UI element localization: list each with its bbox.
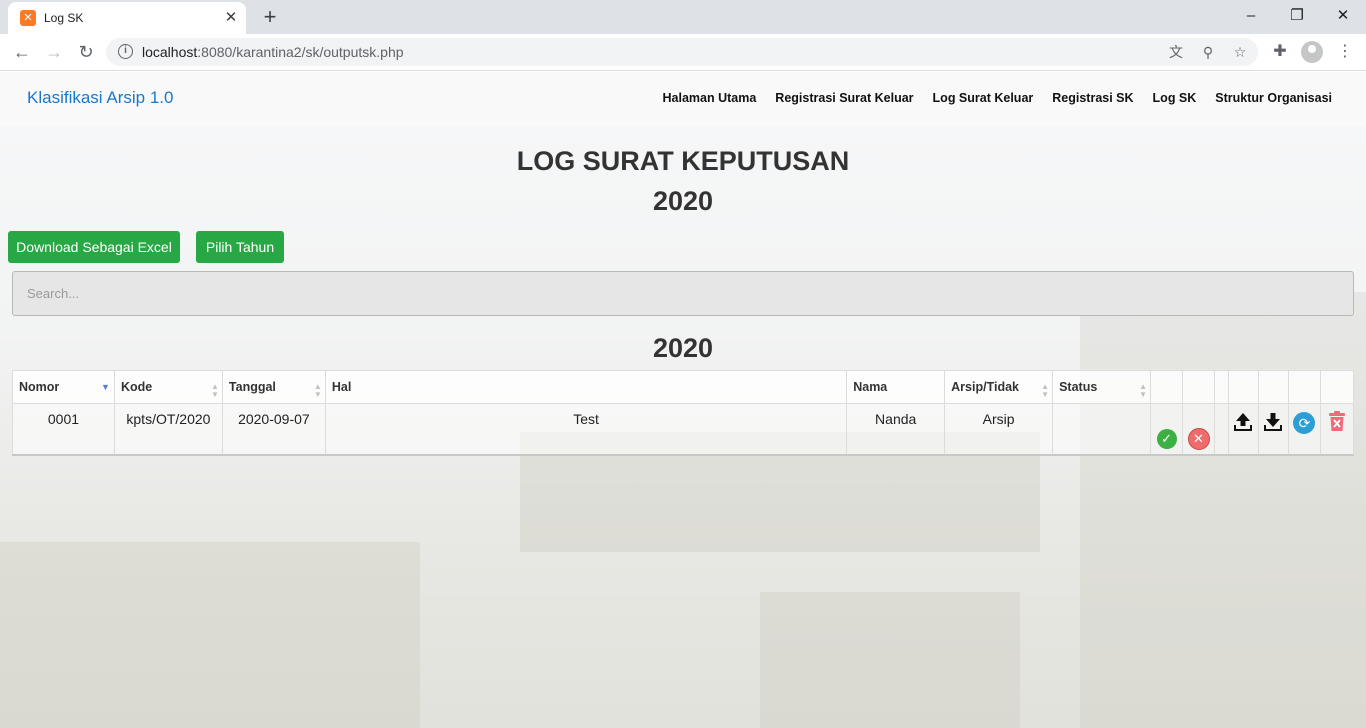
table-header-row: Nomor ▼ Kode ▲ ▼ Tanggal ▲ ▼ Hal Nama Arsip/T… xyxy=(12,370,1355,404)
nav-link-registrasi-sk[interactable]: Registrasi SK xyxy=(1052,91,1133,105)
log-sk-table: Nomor ▼ Kode ▲ ▼ Tanggal ▲ ▼ Hal Nama Arsip/T… xyxy=(12,370,1355,456)
nav-link-registrasi-surat-keluar[interactable]: Registrasi Surat Keluar xyxy=(775,91,913,105)
cell-upload xyxy=(1227,403,1259,456)
header-label: Status xyxy=(1059,380,1098,394)
nav-link-log-sk[interactable]: Log SK xyxy=(1153,91,1197,105)
bookmark-star-icon[interactable]: ☆ xyxy=(1230,42,1250,62)
back-icon[interactable]: ← xyxy=(10,40,34,64)
nav-link-struktur-organisasi[interactable]: Struktur Organisasi xyxy=(1215,91,1332,105)
restore-icon[interactable]: ❐ xyxy=(1283,4,1311,28)
header-action-reject xyxy=(1182,370,1215,404)
choose-year-button[interactable]: Pilih Tahun xyxy=(196,231,284,263)
header-label: Nama xyxy=(853,380,888,394)
sort-icon: ▲ ▼ xyxy=(1041,382,1050,399)
page-year: 2020 xyxy=(652,186,714,216)
sort-icon: ▲ ▼ xyxy=(313,382,322,399)
nav-link-halaman-utama[interactable]: Halaman Utama xyxy=(663,91,757,105)
search-input[interactable] xyxy=(12,271,1354,316)
header-status[interactable]: Status ▲ ▼ xyxy=(1052,370,1152,404)
profile-avatar-icon[interactable] xyxy=(1301,41,1323,63)
header-action-approve xyxy=(1150,370,1184,404)
minimize-icon[interactable]: – xyxy=(1237,4,1265,28)
upload-icon[interactable] xyxy=(1232,411,1254,433)
cell-blank xyxy=(1214,403,1229,456)
sort-desc-icon: ▼ xyxy=(101,382,110,392)
cell-tanggal: 2020-09-07 xyxy=(221,403,326,456)
cell-arsip: Arsip xyxy=(944,403,1054,456)
x-circle-icon[interactable]: ✕ xyxy=(1187,428,1210,450)
browser-tab[interactable]: ✕ Log SK ✕ xyxy=(8,2,246,34)
cell-refresh: ⟳ xyxy=(1287,403,1321,456)
background-building-shape xyxy=(760,592,1020,728)
header-action-refresh xyxy=(1287,370,1321,404)
nav-link-log-surat-keluar[interactable]: Log Surat Keluar xyxy=(933,91,1034,105)
header-arsip-tidak[interactable]: Arsip/Tidak ▲ ▼ xyxy=(944,370,1054,404)
address-bar[interactable]: i localhost:8080/karantina2/sk/outputsk.… xyxy=(106,38,1258,66)
header-label: Tanggal xyxy=(228,380,276,394)
header-action-blank xyxy=(1214,370,1229,404)
table-year-heading: 2020 xyxy=(652,333,714,363)
check-circle-icon[interactable]: ✓ xyxy=(1156,429,1177,449)
zoom-icon[interactable]: ⚲ xyxy=(1198,42,1218,62)
header-label: Nomor xyxy=(19,380,60,394)
close-window-icon[interactable]: ✕ xyxy=(1329,4,1357,28)
header-kode[interactable]: Kode ▲ ▼ xyxy=(113,370,223,404)
header-action-delete xyxy=(1319,370,1355,404)
header-label: Kode xyxy=(120,380,153,394)
reload-icon[interactable]: ↻ xyxy=(74,40,98,64)
page-title: LOG SURAT KEPUTUSAN xyxy=(516,146,850,176)
url-path: :8080/karantina2/sk/outputsk.php xyxy=(197,44,404,60)
cell-reject: ✕ xyxy=(1182,403,1215,456)
table-row: 0001 kpts/OT/2020 2020-09-07 Test Nanda … xyxy=(12,403,1355,456)
download-excel-button[interactable]: Download Sebagai Excel xyxy=(8,231,180,263)
tab-close-icon[interactable]: ✕ xyxy=(222,9,240,27)
menu-kebab-icon[interactable]: ⋮ xyxy=(1333,40,1357,64)
background-tree-shape xyxy=(0,542,420,728)
browser-tabstrip: ✕ Log SK ✕ + – ❐ ✕ xyxy=(0,0,1366,34)
header-action-upload xyxy=(1227,370,1259,404)
header-label: Arsip/Tidak xyxy=(951,380,1019,394)
nav-links: Halaman Utama Registrasi Surat Keluar Lo… xyxy=(663,91,1333,105)
extensions-icon[interactable]: ✚ xyxy=(1268,40,1292,64)
cell-nomor: 0001 xyxy=(12,403,115,456)
header-nama[interactable]: Nama xyxy=(846,370,946,404)
site-navbar: Klasifikasi Arsip 1.0 Halaman Utama Regi… xyxy=(0,72,1366,126)
cell-kode: kpts/OT/2020 xyxy=(113,403,223,456)
forward-icon[interactable]: → xyxy=(42,40,66,64)
browser-toolbar: ← → ↻ i localhost:8080/karantina2/sk/out… xyxy=(0,34,1366,71)
brand-link[interactable]: Klasifikasi Arsip 1.0 xyxy=(27,88,173,108)
trash-icon[interactable] xyxy=(1328,411,1346,432)
translate-icon[interactable]: 文 xyxy=(1166,42,1186,62)
url-host: localhost xyxy=(142,44,198,60)
header-nomor[interactable]: Nomor ▼ xyxy=(12,370,115,404)
cell-approve: ✓ xyxy=(1150,403,1184,456)
cell-hal: Test xyxy=(324,403,848,456)
header-tanggal[interactable]: Tanggal ▲ ▼ xyxy=(221,370,326,404)
sort-icon: ▲ ▼ xyxy=(210,382,219,399)
url-text: localhost:8080/karantina2/sk/outputsk.ph… xyxy=(142,44,404,60)
cell-status xyxy=(1052,403,1152,456)
download-icon[interactable] xyxy=(1262,411,1284,433)
cell-nama: Nanda xyxy=(846,403,946,456)
header-action-download xyxy=(1257,370,1289,404)
page-content: Klasifikasi Arsip 1.0 Halaman Utama Regi… xyxy=(0,72,1366,728)
tab-title: Log SK xyxy=(44,11,84,25)
sort-icon: ▲ ▼ xyxy=(1139,382,1148,399)
header-hal[interactable]: Hal xyxy=(324,370,848,404)
cell-delete xyxy=(1319,403,1355,456)
xampp-favicon-icon: ✕ xyxy=(20,10,36,26)
site-info-icon[interactable]: i xyxy=(118,44,133,59)
cell-download xyxy=(1257,403,1289,456)
new-tab-button[interactable]: + xyxy=(258,5,282,29)
refresh-icon[interactable]: ⟳ xyxy=(1293,412,1316,434)
header-label: Hal xyxy=(331,380,352,394)
